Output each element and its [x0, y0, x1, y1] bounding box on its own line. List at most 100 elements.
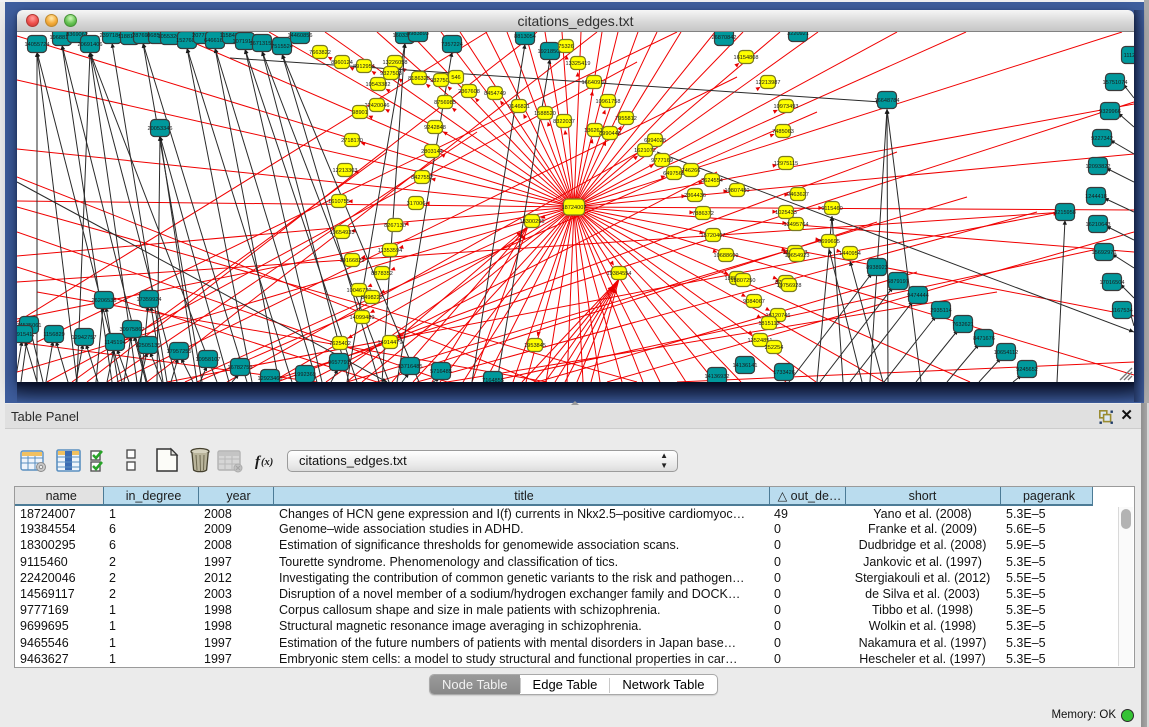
svg-text:15720407: 15720407: [701, 233, 726, 239]
svg-text:3220921: 3220921: [787, 32, 809, 37]
svg-text:1025433: 1025433: [775, 210, 797, 216]
svg-text:1145194: 1145194: [104, 340, 125, 346]
svg-text:15751074: 15751074: [1103, 80, 1128, 86]
svg-text:1621072: 1621072: [634, 148, 656, 154]
svg-text:9327503: 9327503: [380, 71, 402, 77]
svg-text:(x): (x): [261, 457, 273, 468]
svg-text:19654933: 19654933: [330, 230, 355, 236]
svg-text:2935114: 2935114: [930, 308, 951, 314]
svg-text:7164855: 7164855: [482, 378, 504, 382]
svg-text:17359924: 17359924: [137, 297, 162, 303]
svg-text:1440954: 1440954: [839, 251, 861, 257]
svg-text:10973493: 10973493: [774, 104, 799, 110]
svg-text:19384554: 19384554: [607, 271, 632, 277]
svg-text:75326: 75326: [558, 44, 574, 50]
svg-text:16648784: 16648784: [875, 98, 900, 104]
svg-text:9115460: 9115460: [821, 206, 842, 212]
svg-text:8471676: 8471676: [973, 336, 995, 342]
svg-text:20691406: 20691406: [78, 42, 103, 48]
svg-text:2364436: 2364436: [684, 193, 706, 199]
svg-text:12975115: 12975115: [774, 161, 798, 167]
svg-text:8990448: 8990448: [599, 131, 621, 137]
svg-text:1244418: 1244418: [1085, 194, 1107, 200]
svg-text:8427552: 8427552: [411, 175, 433, 181]
svg-text:1588520: 1588520: [534, 111, 556, 117]
svg-text:7955812: 7955812: [615, 116, 637, 122]
svg-text:10958107: 10958107: [196, 357, 221, 363]
svg-text:17957255: 17957255: [167, 349, 192, 355]
svg-text:7886372: 7886372: [692, 211, 714, 217]
svg-text:16782759: 16782759: [228, 365, 253, 371]
svg-text:7625402: 7625402: [329, 341, 351, 347]
svg-text:9146821: 9146821: [508, 104, 530, 110]
svg-text:252254: 252254: [765, 345, 784, 351]
svg-text:1992369: 1992369: [294, 372, 316, 378]
svg-text:18300295: 18300295: [520, 219, 545, 225]
svg-text:22420046: 22420046: [365, 103, 390, 109]
svg-text:5716485: 5716485: [430, 369, 452, 375]
svg-text:26206536: 26206536: [92, 298, 117, 304]
svg-text:9983893: 9983893: [407, 32, 429, 37]
svg-text:7357224: 7357224: [441, 42, 463, 48]
svg-text:20053346: 20053346: [148, 126, 173, 132]
svg-text:317006: 317006: [407, 201, 426, 207]
svg-text:14099489: 14099489: [350, 315, 375, 321]
svg-text:11353594: 11353594: [378, 248, 402, 254]
svg-text:14460856: 14460856: [288, 33, 313, 39]
svg-text:9245652: 9245652: [1016, 367, 1038, 373]
svg-text:1733426: 1733426: [773, 370, 795, 376]
svg-text:98901: 98901: [352, 110, 368, 116]
svg-text:13495764: 13495764: [784, 222, 809, 228]
svg-text:9699695: 9699695: [818, 239, 840, 245]
svg-text:391541: 391541: [17, 332, 32, 338]
svg-text:9777169: 9777169: [651, 158, 673, 164]
svg-text:15692971: 15692971: [1092, 250, 1117, 256]
svg-text:1610755: 1610755: [328, 199, 350, 205]
svg-text:9474444: 9474444: [907, 293, 929, 299]
svg-text:12505135: 12505135: [136, 343, 161, 349]
svg-text:12093822: 12093822: [1086, 164, 1111, 170]
svg-text:13226058: 13226058: [383, 60, 408, 66]
svg-text:8454749: 8454749: [484, 91, 506, 97]
svg-text:9329966: 9329966: [1099, 109, 1121, 115]
svg-text:8215958: 8215958: [1054, 210, 1076, 216]
svg-text:9242848: 9242848: [424, 125, 446, 131]
svg-text:8878352: 8878352: [371, 271, 393, 277]
svg-text:1167534: 1167534: [1111, 308, 1132, 314]
svg-text:14055724: 14055724: [25, 42, 50, 48]
svg-text:14136932: 14136932: [705, 374, 730, 380]
svg-text:11123: 11123: [1124, 53, 1134, 59]
svg-text:16210643: 16210643: [1086, 222, 1111, 228]
svg-text:8186328: 8186328: [408, 76, 430, 82]
svg-text:1815112: 1815112: [758, 321, 779, 327]
svg-text:8813054: 8813054: [514, 34, 536, 40]
svg-text:8756985: 8756985: [434, 100, 456, 106]
svg-text:19756928: 19756928: [777, 283, 802, 289]
svg-text:2803144: 2803144: [421, 149, 443, 155]
svg-text:13325419: 13325419: [566, 61, 591, 67]
svg-text:18807250: 18807250: [731, 278, 756, 284]
svg-text:12213987: 12213987: [756, 80, 781, 86]
svg-text:10961758: 10961758: [596, 99, 621, 105]
svg-text:1156829: 1156829: [43, 332, 64, 338]
svg-text:26870842: 26870842: [712, 35, 737, 41]
svg-text:8912954: 8912954: [353, 64, 375, 70]
svg-text:9463627: 9463627: [787, 192, 809, 198]
svg-text:8267130: 8267130: [384, 223, 406, 229]
svg-text:2718170: 2718170: [341, 138, 363, 144]
svg-text:8322037: 8322037: [553, 119, 575, 125]
svg-text:10807480: 10807480: [725, 188, 750, 194]
svg-text:7663822: 7663822: [309, 50, 331, 56]
svg-text:1953845: 1953845: [524, 343, 546, 349]
svg-text:16640910: 16640910: [582, 80, 607, 86]
svg-text:10543382: 10543382: [366, 82, 391, 88]
svg-text:12942757: 12942757: [72, 335, 97, 341]
svg-text:17016504: 17016504: [1100, 280, 1125, 286]
svg-text:2367608: 2367608: [458, 89, 480, 95]
svg-text:19654923: 19654923: [785, 253, 810, 259]
svg-text:5498222: 5498222: [361, 295, 383, 301]
svg-text:12923466: 12923466: [258, 376, 283, 382]
svg-text:9084067: 9084067: [743, 299, 765, 305]
svg-text:7515524: 7515524: [271, 44, 293, 50]
svg-text:8938923: 8938923: [866, 265, 888, 271]
